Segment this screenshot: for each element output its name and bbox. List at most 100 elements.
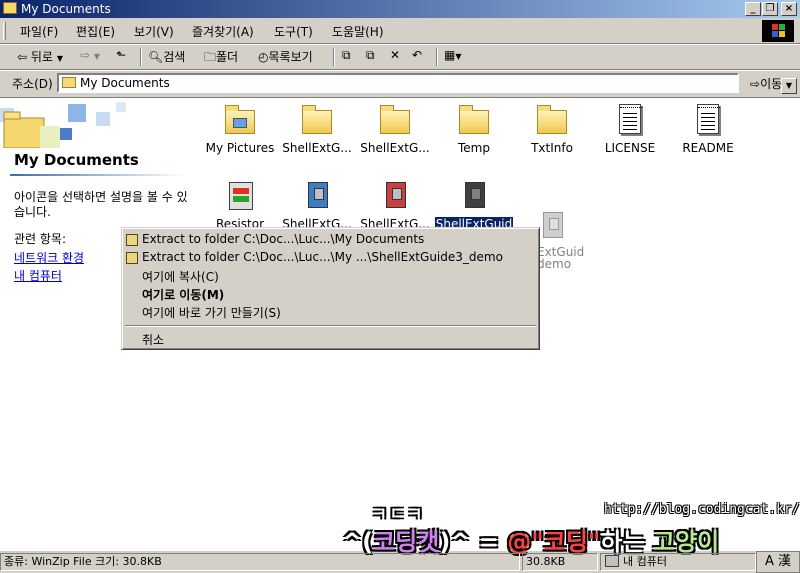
folder-banner-icon — [0, 102, 126, 148]
menu-edit[interactable]: 편집(E) — [76, 23, 115, 40]
file-item[interactable]: ShellExtG... — [354, 180, 436, 231]
zip-icon — [378, 180, 412, 212]
file-label: My Pictures — [205, 141, 275, 155]
history-button[interactable]: ◴목록보기 — [258, 48, 313, 65]
chevron-down-icon: ▼ — [56, 54, 63, 63]
menu-create-shortcut[interactable]: 여기에 바로 가기 만들기(S) — [142, 304, 281, 321]
up-folder-button[interactable]: ⬑ — [116, 48, 126, 62]
forward-arrow-icon: ⇨ — [80, 48, 91, 62]
file-item[interactable]: ShellExtG... — [276, 180, 358, 231]
move-to-button[interactable]: ⧉ — [342, 48, 351, 63]
drag-ghost-label: ExtGuid demo — [537, 246, 584, 270]
views-icon: ▦ — [444, 48, 456, 62]
folders-button[interactable]: 🗀폴더 — [204, 48, 238, 69]
menu-view[interactable]: 보기(V) — [134, 23, 174, 40]
toolbar-separator — [140, 48, 142, 66]
copy-to-icon: ⧉ — [366, 48, 375, 62]
menu-bar: 파일(F) 편집(E) 보기(V) 즐겨찾기(A) 도구(T) 도움말(H) — [0, 19, 800, 43]
zip-icon — [300, 180, 334, 212]
file-item[interactable]: Temp — [433, 104, 515, 155]
close-button[interactable]: × — [781, 2, 797, 16]
window-title: My Documents — [21, 2, 111, 16]
address-value: My Documents — [80, 76, 170, 90]
address-dropdown-button[interactable]: ▼ — [781, 78, 797, 94]
menu-extract-here[interactable]: Extract to folder C:\Doc...\Luc...\My Do… — [142, 232, 424, 246]
winzip-icon — [126, 234, 138, 246]
program-icon — [223, 180, 257, 212]
file-label: LICENSE — [604, 141, 656, 155]
menu-extract-to-folder[interactable]: Extract to folder C:\Doc...\Luc...\My ..… — [142, 250, 503, 264]
restore-button[interactable]: ❐ — [762, 2, 778, 16]
menu-copy-here[interactable]: 여기에 복사(C) — [142, 268, 219, 285]
folder-icon — [457, 104, 491, 136]
forward-button[interactable]: ⇨ ▼ — [80, 48, 100, 62]
history-label: 목록보기 — [268, 50, 313, 64]
delete-button[interactable]: ✕ — [390, 48, 400, 62]
file-label: ShellExtG... — [360, 141, 430, 155]
go-label: 이동 — [760, 77, 783, 91]
context-menu: Extract to folder C:\Doc...\Luc...\My Do… — [121, 227, 540, 350]
menu-separator — [125, 325, 536, 327]
file-item[interactable]: README — [667, 104, 749, 155]
toolbar-separator — [436, 48, 438, 66]
folder-icon — [535, 104, 569, 136]
file-item[interactable]: TxtInfo — [511, 104, 593, 155]
go-arrow-icon: ⇨ — [750, 77, 761, 91]
back-button[interactable]: ⇦ 뒤로 ▼ — [17, 48, 63, 65]
file-item[interactable]: ShellExtG... — [354, 104, 436, 155]
windows-logo-icon — [762, 20, 794, 42]
text-file-icon — [613, 104, 647, 136]
go-button[interactable]: ⇨이동 — [750, 75, 782, 92]
ime-indicator[interactable]: A 漢 — [756, 551, 800, 573]
copy-to-button[interactable]: ⧉ — [366, 48, 375, 63]
text-file-icon — [691, 104, 725, 136]
network-link[interactable]: 네트워크 환경 — [14, 249, 84, 266]
move-to-icon: ⧉ — [342, 48, 351, 62]
status-location: 내 컴퓨터 — [623, 555, 667, 568]
folders-icon: 🗀 — [204, 50, 217, 64]
left-pane-title: My Documents — [14, 151, 139, 169]
folder-icon — [300, 104, 334, 136]
search-label: 검색 — [163, 50, 186, 64]
search-button[interactable]: 🔍︎검색 — [148, 48, 185, 65]
undo-button[interactable]: ↶ — [412, 48, 422, 62]
address-input[interactable]: My Documents ▼ — [57, 73, 797, 94]
computer-icon — [605, 555, 619, 567]
status-zone: 내 컴퓨터 — [600, 553, 756, 571]
delete-icon: ✕ — [390, 48, 401, 62]
chevron-down-icon: ▼ — [93, 52, 101, 61]
file-label: Temp — [458, 141, 490, 155]
file-label: ShellExtG... — [282, 141, 352, 155]
file-item[interactable]: ShellExtG... — [276, 104, 358, 155]
folder-icon — [3, 2, 17, 14]
toolbar: ⇦ 뒤로 ▼ ⇨ ▼ ⬑ 🔍︎검색 🗀폴더 ◴목록보기 ⧉ ⧉ ✕ ↶ ▦▼ — [0, 45, 800, 69]
menu-cancel[interactable]: 취소 — [142, 331, 164, 348]
watermark-initials: ㅋㄷㅋ — [372, 504, 426, 523]
left-pane-divider — [10, 174, 186, 176]
menu-file[interactable]: 파일(F) — [20, 23, 58, 40]
related-label: 관련 항목: — [14, 232, 67, 246]
minimize-button[interactable]: _ — [745, 2, 761, 16]
file-item[interactable]: Resistor — [199, 180, 281, 231]
menu-help[interactable]: 도움말(H) — [332, 23, 384, 40]
menu-favorites[interactable]: 즐겨찾기(A) — [192, 23, 254, 40]
folder-icon — [62, 77, 76, 88]
zip-icon — [535, 210, 569, 242]
menu-tools[interactable]: 도구(T) — [274, 23, 313, 40]
search-icon: 🔍︎ — [148, 50, 164, 64]
pictures-folder-icon — [223, 104, 257, 136]
status-size: 30.8KB — [522, 553, 598, 571]
my-computer-link[interactable]: 내 컴퓨터 — [14, 267, 62, 284]
file-label: TxtInfo — [531, 141, 573, 155]
back-label: 뒤로 — [30, 50, 53, 64]
status-text: 종류: WinZip File 크기: 30.8KB — [0, 553, 520, 571]
file-item[interactable]: My Pictures — [199, 104, 281, 155]
views-button[interactable]: ▦▼ — [444, 48, 462, 62]
title-bar: My Documents _ ❐ × — [0, 0, 800, 18]
menu-grip — [3, 22, 6, 40]
toolbar-separator — [333, 48, 335, 66]
menu-move-here[interactable]: 여기로 이동(M) — [142, 286, 224, 303]
file-item-selected[interactable]: ShellExtGuid — [433, 180, 515, 231]
file-item[interactable]: LICENSE — [589, 104, 671, 155]
file-label: README — [682, 141, 734, 155]
